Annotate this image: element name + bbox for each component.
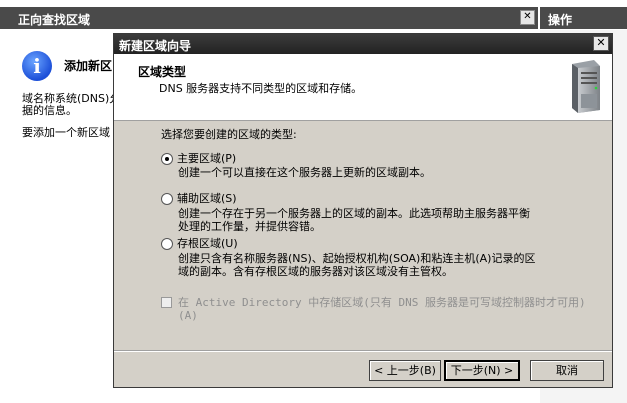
primary-desc-line-1: 创建一个可以直接在这个服务器上更新的区域副本。 [178, 166, 431, 179]
primary-zone-radio[interactable]: 主要区域(P) [161, 150, 236, 166]
operations-title: 操作 [548, 13, 573, 27]
next-button[interactable]: 下一步(N) > [444, 360, 520, 381]
ad-store-checkbox-label: 在 Active Directory 中存储区域(只有 DNS 服务器是可写域控… [178, 296, 603, 322]
stub-desc-line-2: 域的副本。含有存根区域的服务器对该区域没有主管权。 [178, 265, 453, 278]
zone-header-title: 正向查找区域 [18, 13, 91, 27]
ad-store-checkbox[interactable] [161, 297, 172, 308]
secondary-desc-line-1: 创建一个存在于另一个服务器上的区域的副本。此选项帮助主服务器平衡 [178, 207, 530, 220]
page-subtitle: DNS 服务器支持不同类型的区域和存储。 [159, 82, 363, 95]
background-info-title: 添加新区 [64, 59, 113, 73]
zone-type-prompt: 选择您要创建的区域的类型: [161, 128, 297, 141]
dialog-titlebar[interactable]: 新建区域向导 ✕ [114, 34, 612, 54]
zone-header-bar: 正向查找区域 [0, 7, 538, 29]
button-separator [114, 350, 612, 352]
primary-zone-label[interactable]: 主要区域(P) [177, 152, 236, 165]
radio-unselected-icon[interactable] [161, 193, 173, 205]
secondary-zone-description: 创建一个存在于另一个服务器上的区域的副本。此选项帮助主服务器平衡 处理的工作量，… [178, 207, 598, 233]
background-text-line-2: 据的信息。 [22, 104, 77, 117]
stub-desc-line-1: 创建只含有名称服务器(NS)、起始授权机构(SOA)和粘连主机(A)记录的区 [178, 252, 536, 265]
server-icon [572, 60, 600, 113]
ad-label-line-1: 在 Active Directory 中存储区域(只有 DNS 服务器是可写域控… [178, 296, 586, 309]
secondary-zone-radio[interactable]: 辅助区域(S) [161, 190, 237, 206]
secondary-zone-label[interactable]: 辅助区域(S) [177, 192, 237, 205]
info-icon: i [22, 51, 52, 81]
new-zone-wizard-dialog: 新建区域向导 ✕ 区域类型 DNS 服务器支持不同类型的区域和存储。 选择您要创… [113, 33, 613, 388]
operations-header: 操作 [540, 7, 627, 29]
secondary-desc-line-2: 处理的工作量，并提供容错。 [178, 220, 321, 233]
background-text-line-3: 要添加一个新区域 [22, 126, 110, 139]
radio-unselected-icon[interactable] [161, 238, 173, 250]
dialog-title: 新建区域向导 [119, 39, 192, 53]
stub-zone-radio[interactable]: 存根区域(U) [161, 235, 238, 251]
radio-selected-icon[interactable] [161, 153, 173, 165]
stub-zone-label[interactable]: 存根区域(U) [177, 237, 238, 250]
page-title: 区域类型 [138, 65, 187, 79]
ad-label-line-2: (A) [178, 309, 198, 322]
dialog-header: 区域类型 DNS 服务器支持不同类型的区域和存储。 [114, 54, 612, 121]
cancel-button[interactable]: 取消 [530, 360, 604, 381]
stub-zone-description: 创建只含有名称服务器(NS)、起始授权机构(SOA)和粘连主机(A)记录的区 域… [178, 252, 598, 278]
dialog-close-icon[interactable]: ✕ [593, 36, 609, 51]
background-close-icon[interactable]: ✕ [520, 10, 535, 25]
back-button[interactable]: < 上一步(B) [369, 360, 441, 381]
primary-zone-description: 创建一个可以直接在这个服务器上更新的区域副本。 [178, 166, 598, 179]
